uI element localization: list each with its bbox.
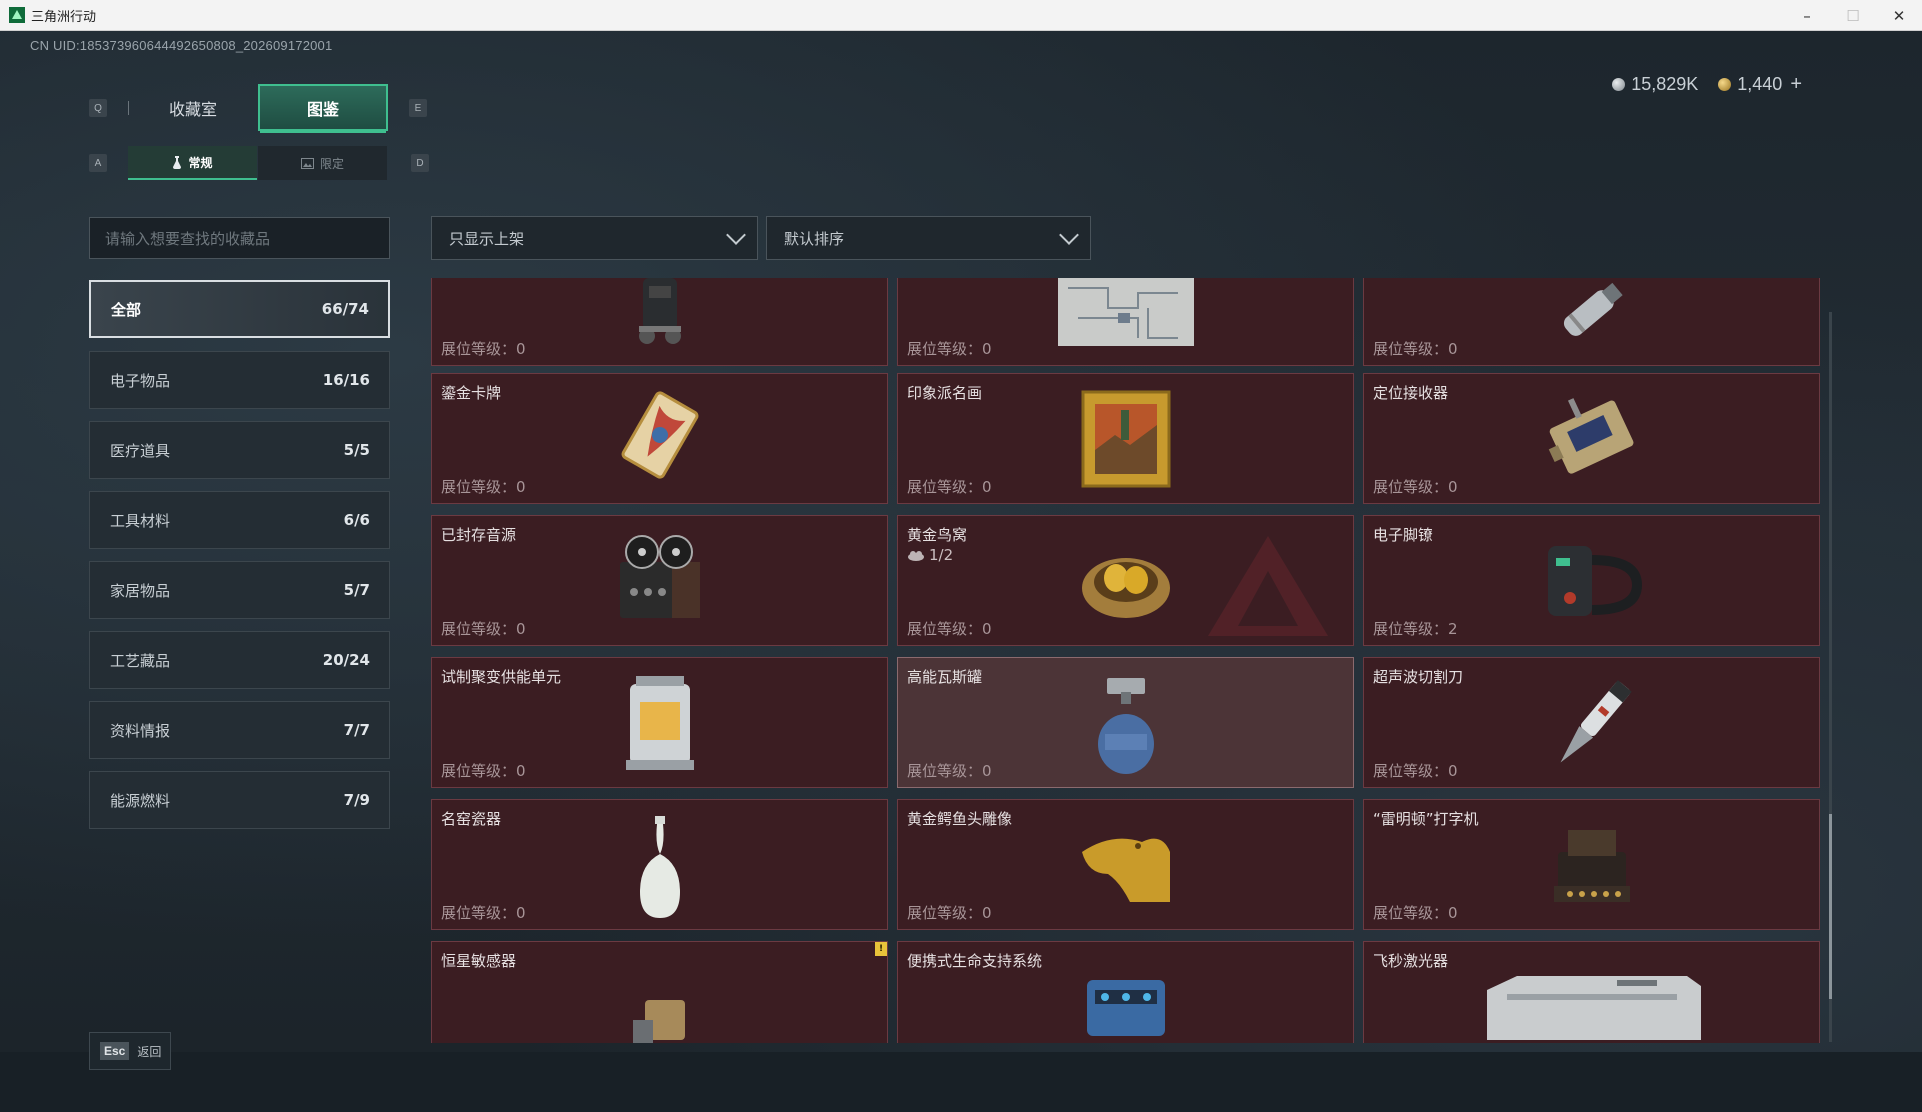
robot-icon	[638, 278, 681, 344]
category-tools[interactable]: 工具材料 6/6	[89, 491, 390, 549]
category-all[interactable]: 全部 66/74	[89, 280, 390, 338]
subtab-limited[interactable]: 限定	[258, 146, 387, 180]
back-button[interactable]: Esc 返回	[89, 1032, 171, 1070]
collection-card[interactable]: 高能瓦斯罐 展位等级：0	[897, 657, 1354, 788]
collection-card[interactable]: 展位等级：0	[897, 278, 1354, 366]
map-icon	[1057, 278, 1194, 346]
bottom-bar	[0, 1052, 1922, 1112]
collection-card[interactable]: 便携式生命支持系统	[897, 941, 1354, 1043]
key-hint-e: E	[409, 99, 427, 117]
delta-logo-watermark	[1208, 536, 1328, 636]
receiver-icon	[1548, 398, 1633, 474]
key-hint-q: Q	[89, 99, 107, 117]
close-button[interactable]: ✕	[1876, 0, 1922, 31]
sensor-icon	[632, 1000, 685, 1043]
window-controls: – ☐ ✕	[1784, 0, 1922, 31]
esc-key-hint: Esc	[100, 1042, 130, 1060]
key-hint-a: A	[89, 154, 107, 172]
collection-card[interactable]: 已封存音源 展位等级：0	[431, 515, 888, 646]
collection-card[interactable]: 黄金鸟窝 1/2 展位等级：0	[897, 515, 1354, 646]
category-household[interactable]: 家居物品 5/7	[89, 561, 390, 619]
shelf-filter-dropdown[interactable]: 只显示上架	[431, 216, 758, 260]
category-crafts[interactable]: 工艺藏品 20/24	[89, 631, 390, 689]
nest-icon	[1081, 558, 1170, 618]
collection-card[interactable]: 试制聚变供能单元 展位等级：0	[431, 657, 888, 788]
collection-card[interactable]: 恒星敏感器 !	[431, 941, 888, 1043]
category-medical[interactable]: 医疗道具 5/5	[89, 421, 390, 479]
collection-card[interactable]: 电子脚镣 展位等级：2	[1363, 515, 1820, 646]
image-icon	[300, 157, 314, 169]
window-titlebar: 三角洲行动 – ☐ ✕	[0, 0, 1922, 31]
knife-icon	[1560, 680, 1632, 763]
add-currency-button[interactable]: +	[1790, 73, 1802, 95]
category-electronics[interactable]: 电子物品 16/16	[89, 351, 390, 409]
collection-card[interactable]: “雷明顿”打字机 展位等级：0	[1363, 799, 1820, 930]
grid-scrollbar-thumb[interactable]	[1829, 814, 1832, 999]
collection-card[interactable]: 印象派名画 展位等级：0	[897, 373, 1354, 504]
subtab-regular[interactable]: 常规	[128, 146, 257, 180]
game-viewport: CN UID:185373960644492650808_20260917200…	[0, 31, 1922, 1112]
window-title: 三角洲行动	[31, 9, 97, 25]
vase-icon	[639, 816, 680, 918]
category-intel[interactable]: 资料情报 7/7	[89, 701, 390, 759]
tab-collection-room[interactable]: 收藏室	[128, 84, 258, 131]
crocodile-icon	[1081, 838, 1170, 902]
collection-grid: 展位等级：0 展位等级：0 展位等级：0 鎏金卡牌 展位等级：0 印象派名画 展…	[430, 278, 1825, 1043]
collection-card[interactable]: 飞秒激光器	[1363, 941, 1820, 1043]
life-support-icon	[1086, 980, 1165, 1036]
collection-card[interactable]: 名窑瓷器 展位等级：0	[431, 799, 888, 930]
chevron-down-icon	[726, 225, 746, 245]
canister-icon	[1563, 282, 1623, 336]
sort-dropdown[interactable]: 默认排序	[766, 216, 1091, 260]
maximize-button[interactable]: ☐	[1830, 0, 1876, 31]
anklet-icon	[1547, 546, 1642, 616]
collection-card[interactable]: 展位等级：0	[431, 278, 888, 366]
gas-tank-icon	[1097, 678, 1154, 774]
flask-icon	[173, 155, 182, 169]
tab-codex[interactable]: 图鉴	[258, 84, 388, 133]
search-input[interactable]: 请输入想要查找的收藏品	[89, 217, 390, 259]
silver-coin-icon	[1612, 78, 1626, 92]
gold-coin-icon	[1718, 78, 1732, 92]
collection-card[interactable]: 超声波切割刀 展位等级：0	[1363, 657, 1820, 788]
painting-icon	[1081, 390, 1170, 488]
collection-card[interactable]: 定位接收器 展位等级：0	[1363, 373, 1820, 504]
fusion-cell-icon	[625, 676, 694, 770]
typewriter-icon	[1553, 830, 1630, 902]
minimize-button[interactable]: –	[1784, 0, 1830, 31]
collection-card[interactable]: 展位等级：0	[1363, 278, 1820, 366]
card-icon	[621, 391, 698, 479]
collection-card[interactable]: 黄金鳄鱼头雕像 展位等级：0	[897, 799, 1354, 930]
app-logo-icon	[9, 7, 25, 23]
collection-card[interactable]: 鎏金卡牌 展位等级：0	[431, 373, 888, 504]
gold-currency: 1,440 +	[1718, 73, 1802, 96]
currency-bar: 15,829K 1,440 +	[1612, 71, 1802, 97]
silver-currency: 15,829K	[1612, 74, 1698, 95]
chevron-down-icon	[1059, 225, 1079, 245]
key-hint-d: D	[411, 154, 429, 172]
new-badge: !	[875, 942, 887, 956]
player-uid: CN UID:185373960644492650808_20260917200…	[30, 38, 333, 53]
category-energy[interactable]: 能源燃料 7/9	[89, 771, 390, 829]
nest-small-icon	[908, 551, 924, 561]
tape-recorder-icon	[619, 535, 700, 618]
laser-icon	[1486, 976, 1701, 1040]
